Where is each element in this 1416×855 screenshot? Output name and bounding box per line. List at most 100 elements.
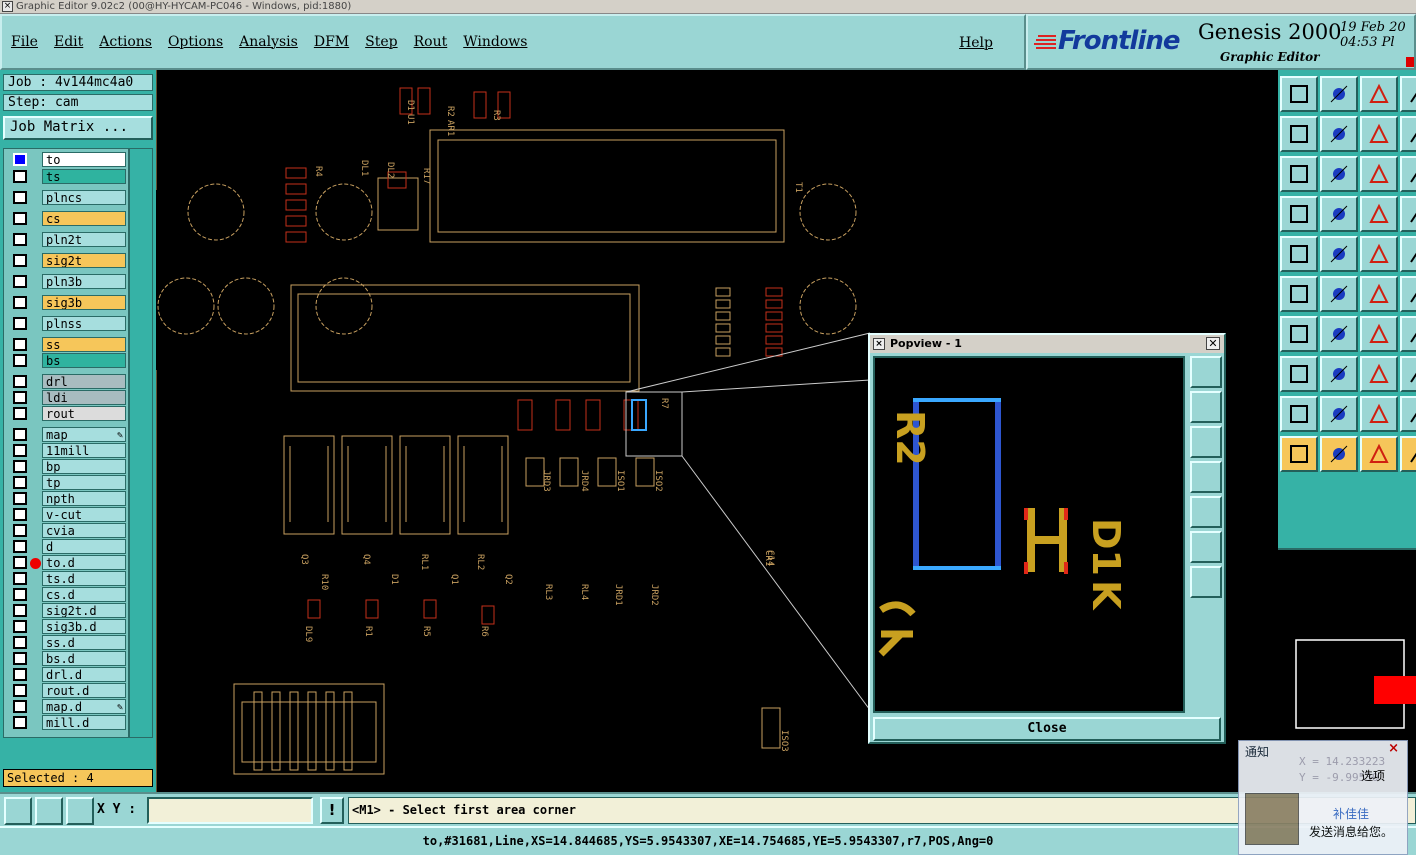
layer-name[interactable]: cs — [42, 211, 126, 226]
layer-checkbox[interactable] — [13, 684, 27, 697]
shift-icon[interactable] — [1360, 116, 1398, 152]
layer-checkbox[interactable] — [13, 460, 27, 473]
layer-row[interactable]: map ✎ — [8, 427, 126, 442]
menu-file[interactable]: File — [11, 34, 38, 50]
layer-name[interactable]: drl.d — [42, 667, 126, 682]
layer-row[interactable]: ldi — [8, 390, 126, 405]
snap-icon[interactable] — [35, 797, 63, 825]
layer-checkbox[interactable] — [13, 700, 27, 713]
layer-row[interactable]: pln3b — [8, 274, 126, 289]
layer-name[interactable]: sig2t — [42, 253, 126, 268]
layer-checkbox[interactable] — [13, 604, 27, 617]
layer-name[interactable]: pln2t — [42, 232, 126, 247]
select-icon[interactable] — [1280, 436, 1318, 472]
layer-row[interactable]: npth — [8, 491, 126, 506]
layer-checkbox[interactable] — [13, 620, 27, 633]
extra9-icon[interactable] — [1400, 396, 1416, 432]
layer-name[interactable]: bs — [42, 353, 126, 368]
span-icon[interactable] — [1360, 356, 1398, 392]
layer-row[interactable]: v-cut — [8, 507, 126, 522]
grid-view-icon[interactable] — [1320, 196, 1358, 232]
layer-row[interactable]: rout — [8, 406, 126, 421]
layer-checkbox[interactable] — [13, 636, 27, 649]
menu-analysis[interactable]: Analysis — [239, 34, 298, 50]
layer-checkbox[interactable] — [13, 354, 27, 367]
warning-button[interactable]: ! — [320, 797, 344, 824]
grid-icon[interactable] — [66, 797, 94, 825]
layer-row[interactable]: d — [8, 539, 126, 554]
layer-name[interactable]: ts.d — [42, 571, 126, 586]
layer-row[interactable]: drl.d — [8, 667, 126, 682]
menu-options[interactable]: Options — [168, 34, 223, 50]
extra5-icon[interactable] — [1400, 236, 1416, 272]
rotate-icon[interactable] — [1360, 316, 1398, 352]
extra6-icon[interactable] — [1400, 276, 1416, 312]
pan-down-icon[interactable] — [1190, 426, 1222, 458]
net-icon[interactable] — [1360, 196, 1398, 232]
layer-checkbox[interactable] — [13, 588, 27, 601]
layer-name[interactable]: v-cut — [42, 507, 126, 522]
extra8-icon[interactable] — [1400, 356, 1416, 392]
layer-name[interactable]: rout — [42, 406, 126, 421]
layer-checkbox[interactable] — [13, 317, 27, 330]
layer-checkbox[interactable] — [13, 233, 27, 246]
layer-row[interactable]: pln2t — [8, 232, 126, 247]
layer-checkbox[interactable] — [13, 476, 27, 489]
settings-icon[interactable] — [1280, 196, 1318, 232]
menu-step[interactable]: Step — [365, 34, 397, 50]
notification-options-link[interactable]: 选项 — [1361, 767, 1385, 784]
scale-1-2-icon[interactable] — [1360, 156, 1398, 192]
layer-row[interactable]: bs — [8, 353, 126, 368]
layer-checkbox[interactable] — [13, 508, 27, 521]
menu-rout[interactable]: Rout — [414, 34, 448, 50]
move-left-icon[interactable] — [1280, 116, 1318, 152]
fit-screen-icon[interactable] — [1280, 156, 1318, 192]
layer-name[interactable]: cvia — [42, 523, 126, 538]
layer-list-scrollbar[interactable] — [129, 148, 153, 738]
layer-checkbox[interactable] — [13, 191, 27, 204]
layer-name[interactable]: npth — [42, 491, 126, 506]
layer-row[interactable]: bs.d — [8, 651, 126, 666]
add-feature-icon[interactable] — [1280, 236, 1318, 272]
center-icon[interactable] — [1320, 156, 1358, 192]
layer-row[interactable]: to — [8, 152, 126, 167]
layer-row[interactable]: tp — [8, 475, 126, 490]
layer-checkbox[interactable] — [13, 572, 27, 585]
connect-icon[interactable] — [1280, 276, 1318, 312]
layer-name[interactable]: tp — [42, 475, 126, 490]
layer-checkbox[interactable] — [13, 668, 27, 681]
zoom-out-icon[interactable] — [1190, 566, 1222, 598]
layer-name[interactable]: ss — [42, 337, 126, 352]
layer-checkbox[interactable] — [13, 254, 27, 267]
zoom-in-icon[interactable] — [1190, 531, 1222, 563]
layer-row[interactable]: drl — [8, 374, 126, 389]
layer-name[interactable]: map ✎ — [42, 427, 126, 442]
layer-row[interactable]: 11mill — [8, 443, 126, 458]
layer-name[interactable]: bs.d — [42, 651, 126, 666]
layer-row[interactable]: to.d — [8, 555, 126, 570]
pan-left-icon[interactable] — [1190, 461, 1222, 493]
layer-checkbox[interactable] — [13, 391, 27, 404]
layer-checkbox[interactable] — [13, 492, 27, 505]
home-up-icon[interactable] — [1280, 76, 1318, 112]
menu-dfm[interactable]: DFM — [314, 34, 349, 50]
layer-row[interactable]: ss — [8, 337, 126, 352]
home-icon[interactable] — [1360, 76, 1398, 112]
delete-feature-icon[interactable] — [1320, 236, 1358, 272]
notification-close-icon[interactable]: × — [1388, 741, 1399, 756]
layer-row[interactable]: plncs — [8, 190, 126, 205]
layer-name[interactable]: ts — [42, 169, 126, 184]
measure-icon[interactable] — [4, 797, 32, 825]
extra-icon[interactable] — [1400, 76, 1416, 112]
extra2-icon[interactable] — [1400, 116, 1416, 152]
layer-name[interactable]: sig3b — [42, 295, 126, 310]
job-matrix-button[interactable]: Job Matrix ... — [3, 116, 153, 140]
layer-name[interactable]: 11mill — [42, 443, 126, 458]
avatar[interactable] — [1245, 793, 1299, 845]
layer-checkbox[interactable] — [13, 556, 27, 569]
layer-name[interactable]: cs.d — [42, 587, 126, 602]
layer-row[interactable]: map.d ✎ — [8, 699, 126, 714]
layer-name[interactable]: pln3b — [42, 274, 126, 289]
layer-row[interactable]: mill.d — [8, 715, 126, 730]
notification-sender[interactable]: 补佳佳 — [1333, 805, 1369, 822]
